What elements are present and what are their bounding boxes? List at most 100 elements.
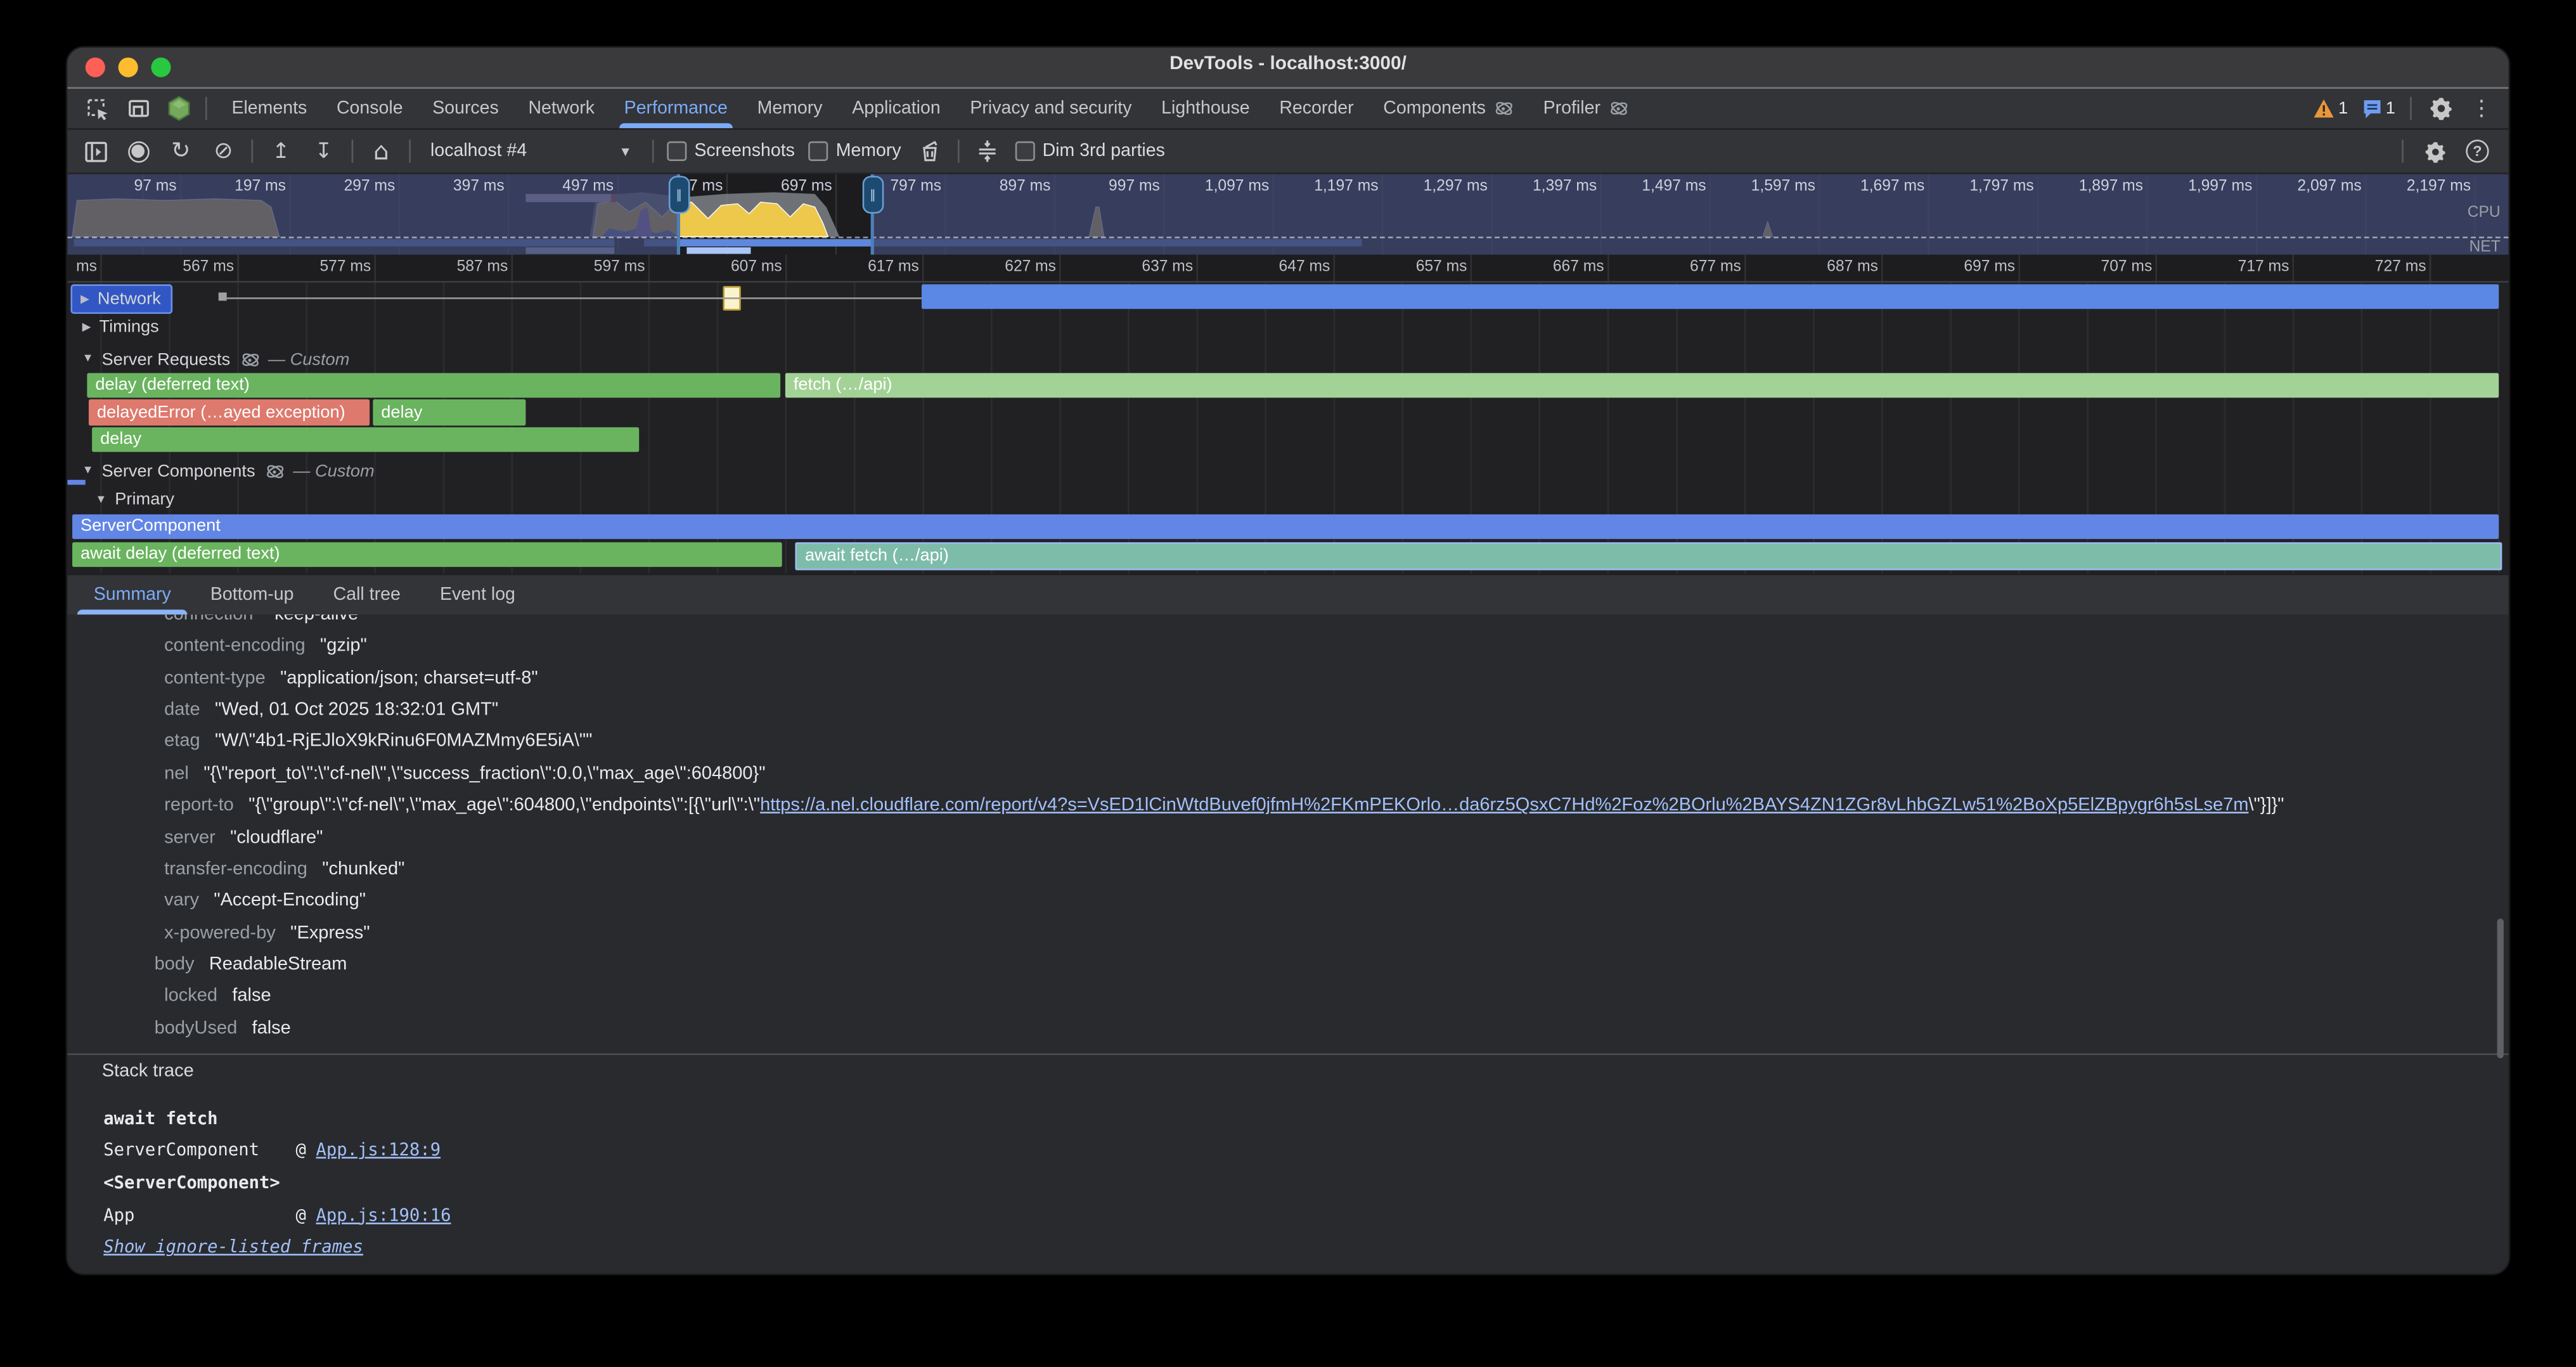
issues-badge[interactable]: 1 [2362, 99, 2395, 119]
divider [2402, 139, 2404, 162]
dim-3rd-parties-checkbox[interactable]: Dim 3rd parties [1015, 141, 1165, 161]
header-row: connection"keep-alive" [67, 614, 2508, 632]
ruler-tick-label: 647 ms [1202, 258, 1330, 276]
flame-bar[interactable]: ServerComponent [72, 514, 2499, 539]
overview-tick-label: 497 ms [515, 178, 614, 196]
primary-group-row[interactable]: ▼ Primary [67, 486, 2508, 512]
reload-record-icon[interactable]: ↻ [166, 136, 196, 166]
header-row: etag"W/\"4b1-RjEJloX9kRinu6F0MAZMmy6E5iA… [67, 727, 2508, 759]
extension-icon[interactable] [164, 94, 194, 124]
flame-bar[interactable]: await delay (deferred text) [72, 541, 782, 567]
collect-garbage-icon[interactable] [914, 136, 944, 166]
source-location-link[interactable]: App.js:128:9 [316, 1141, 441, 1161]
record-icon[interactable] [123, 136, 153, 166]
devtools-window: DevTools - localhost:3000/ [67, 48, 2508, 1273]
tab-elements[interactable]: Elements [217, 89, 322, 128]
header-key: connection [164, 614, 253, 625]
tab-components[interactable]: Components [1368, 89, 1528, 128]
selection-left-handle[interactable]: ∥ [669, 176, 690, 214]
ruler-tick-label: 657 ms [1339, 258, 1467, 276]
more-options-icon[interactable]: ⋮ [2471, 98, 2492, 119]
summary-pane: connection"keep-alive"content-encoding"g… [67, 614, 2508, 1273]
device-toolbar-icon[interactable] [123, 94, 153, 124]
help-icon[interactable]: ? [2466, 139, 2489, 162]
timings-track[interactable]: ▶ Timings [67, 312, 2508, 342]
network-request-line [225, 297, 922, 299]
download-profile-icon[interactable]: ↧ [309, 136, 338, 166]
selection-right-handle[interactable]: ∥ [863, 176, 884, 214]
tab-memory[interactable]: Memory [742, 89, 837, 128]
header-row: server"cloudflare" [67, 822, 2508, 854]
tab-performance[interactable]: Performance [609, 89, 742, 128]
flame-bar-label: delay (deferred text) [87, 375, 250, 395]
divider [352, 139, 354, 162]
screen: DevTools - localhost:3000/ [0, 0, 2576, 1367]
report-to-url-link[interactable]: https://a.nel.cloudflare.com/report/v4?s… [760, 796, 2248, 815]
flame-chart[interactable]: ▶ Network ▶ Timings ▼ Server Requests — … [67, 283, 2508, 574]
timeline-overview[interactable]: 97 ms197 ms297 ms397 ms497 ms597 ms697 m… [67, 174, 2508, 255]
network-track-label: Network [98, 289, 161, 309]
flame-bar[interactable]: await fetch (…/api) [795, 541, 2502, 570]
dock-panel-icon[interactable] [80, 136, 110, 166]
ruler-tick-label: 617 ms [791, 258, 919, 276]
flame-bar-label: fetch (…/api) [785, 375, 892, 395]
inspect-element-icon[interactable] [82, 94, 112, 124]
chevron-down-icon: ▼ [619, 144, 632, 159]
tab-application[interactable]: Application [837, 89, 955, 128]
home-icon[interactable]: ⌂ [366, 136, 396, 166]
show-ignore-listed-frames-link[interactable]: Show ignore-listed frames [103, 1238, 363, 1257]
header-key: body [155, 955, 195, 975]
network-track-header[interactable]: ▶ Network [70, 284, 172, 314]
flame-bar[interactable]: delay [92, 427, 639, 452]
tab-label: Console [337, 99, 403, 119]
tab-network[interactable]: Network [513, 89, 609, 128]
flame-bar[interactable]: delay (deferred text) [87, 372, 780, 398]
upload-profile-icon[interactable]: ↥ [266, 136, 296, 166]
performance-toolbar: ↻ ⊘ ↥ ↧ ⌂ localhost #4 ▼ Screenshots Mem… [67, 130, 2508, 174]
overview-tick-label: 1,897 ms [2044, 178, 2143, 196]
tab-recorder[interactable]: Recorder [1265, 89, 1368, 128]
server-components-track-header[interactable]: ▼ Server Components — Custom [67, 457, 2508, 485]
overview-tick-label: 1,597 ms [1716, 178, 1815, 196]
bottom-tab-bottom-up[interactable]: Bottom-up [191, 575, 314, 614]
profile-selector[interactable]: localhost #4 ▼ [424, 141, 639, 161]
header-value: "Accept-Encoding" [214, 891, 366, 910]
bottom-tab-call-tree[interactable]: Call tree [314, 575, 420, 614]
header-key: content-type [164, 668, 266, 688]
memory-checkbox[interactable]: Memory [808, 141, 901, 161]
clear-icon[interactable]: ⊘ [209, 136, 238, 166]
header-key: nel [164, 764, 189, 784]
server-requests-track-header[interactable]: ▼ Server Requests — Custom [67, 345, 2508, 373]
bottom-tab-event-log[interactable]: Event log [420, 575, 535, 614]
tab-profiler[interactable]: Profiler [1528, 89, 1643, 128]
flame-bar[interactable]: delayedError (…ayed exception) [89, 399, 370, 425]
header-row: vary"Accept-Encoding" [67, 886, 2508, 918]
tab-privacy-and-security[interactable]: Privacy and security [955, 89, 1147, 128]
checkbox-box[interactable] [808, 141, 828, 161]
settings-gear-icon[interactable] [2426, 94, 2456, 124]
overview-tick-label: 997 ms [1061, 178, 1160, 196]
stack-frame-name: await fetch [103, 1109, 295, 1129]
flame-bar[interactable]: fetch (…/api) [785, 372, 2499, 398]
tab-console[interactable]: Console [322, 89, 418, 128]
divider [409, 139, 411, 162]
ruler-tick-label: 687 ms [1750, 258, 1878, 276]
source-location-link[interactable]: App.js:190:16 [316, 1205, 451, 1225]
toolbar-right: ? [2402, 136, 2496, 166]
network-request-bar[interactable] [922, 284, 2499, 309]
checkbox-box[interactable] [1015, 141, 1034, 161]
checkbox-box[interactable] [666, 141, 686, 161]
shortcuts-dialog-icon[interactable] [972, 136, 1001, 166]
react-atom-icon [1609, 100, 1630, 117]
screenshots-checkbox[interactable]: Screenshots [666, 141, 795, 161]
flame-bar[interactable]: delay [373, 399, 525, 425]
warning-badge[interactable]: 1 [2314, 99, 2348, 119]
tab-lighthouse[interactable]: Lighthouse [1147, 89, 1265, 128]
bottom-tab-summary[interactable]: Summary [74, 575, 191, 614]
timeline-ruler[interactable]: ms567 ms577 ms587 ms597 ms607 ms617 ms62… [67, 255, 2508, 283]
capture-settings-gear-icon[interactable] [2420, 136, 2450, 166]
tab-sources[interactable]: Sources [418, 89, 513, 128]
profile-selector-value: localhost #4 [430, 141, 527, 161]
scrollbar-thumb[interactable] [2497, 919, 2504, 1058]
tab-list: Elements Console SourcesNetworkPerformance… [217, 89, 1643, 128]
